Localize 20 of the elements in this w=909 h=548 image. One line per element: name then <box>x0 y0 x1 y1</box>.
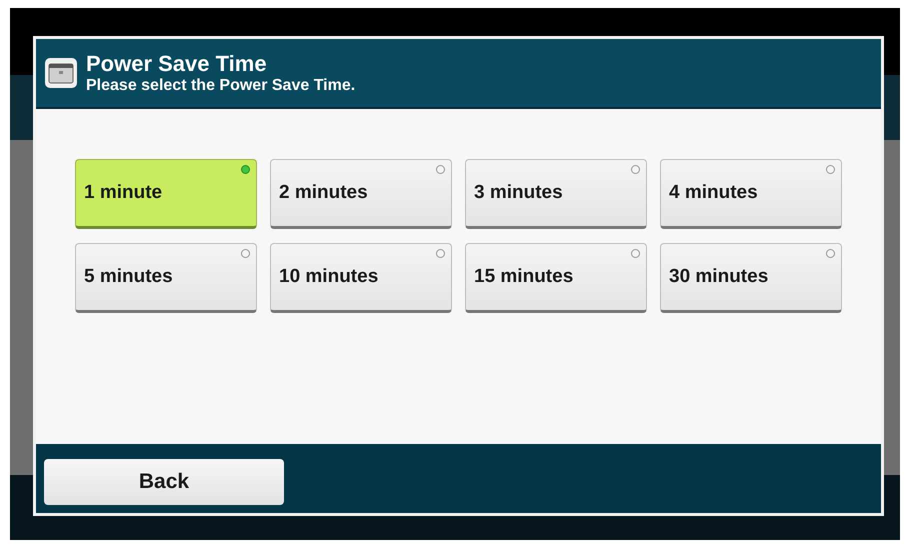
indicator-icon <box>436 165 445 174</box>
indicator-icon <box>241 165 250 174</box>
dialog-title: Power Save Time <box>86 51 268 76</box>
option-button[interactable]: 2 minutes <box>270 159 452 229</box>
option-button[interactable]: 30 minutes <box>660 243 842 313</box>
option-button[interactable]: 4 minutes <box>660 159 842 229</box>
option-button[interactable]: 10 minutes <box>270 243 452 313</box>
indicator-icon <box>631 165 640 174</box>
indicator-icon <box>826 165 835 174</box>
option-button[interactable]: 5 minutes <box>75 243 257 313</box>
indicator-icon <box>631 249 640 258</box>
option-button[interactable]: 3 minutes <box>465 159 647 229</box>
indicator-icon <box>826 249 835 258</box>
printer-icon <box>44 57 78 89</box>
option-button[interactable]: 15 minutes <box>465 243 647 313</box>
option-button[interactable]: 1 minute <box>75 159 257 229</box>
indicator-icon <box>241 249 250 258</box>
indicator-icon <box>436 249 445 258</box>
dialog-subtitle: Please select the Power Save Time. <box>86 76 356 95</box>
back-button[interactable]: Back <box>44 458 284 504</box>
